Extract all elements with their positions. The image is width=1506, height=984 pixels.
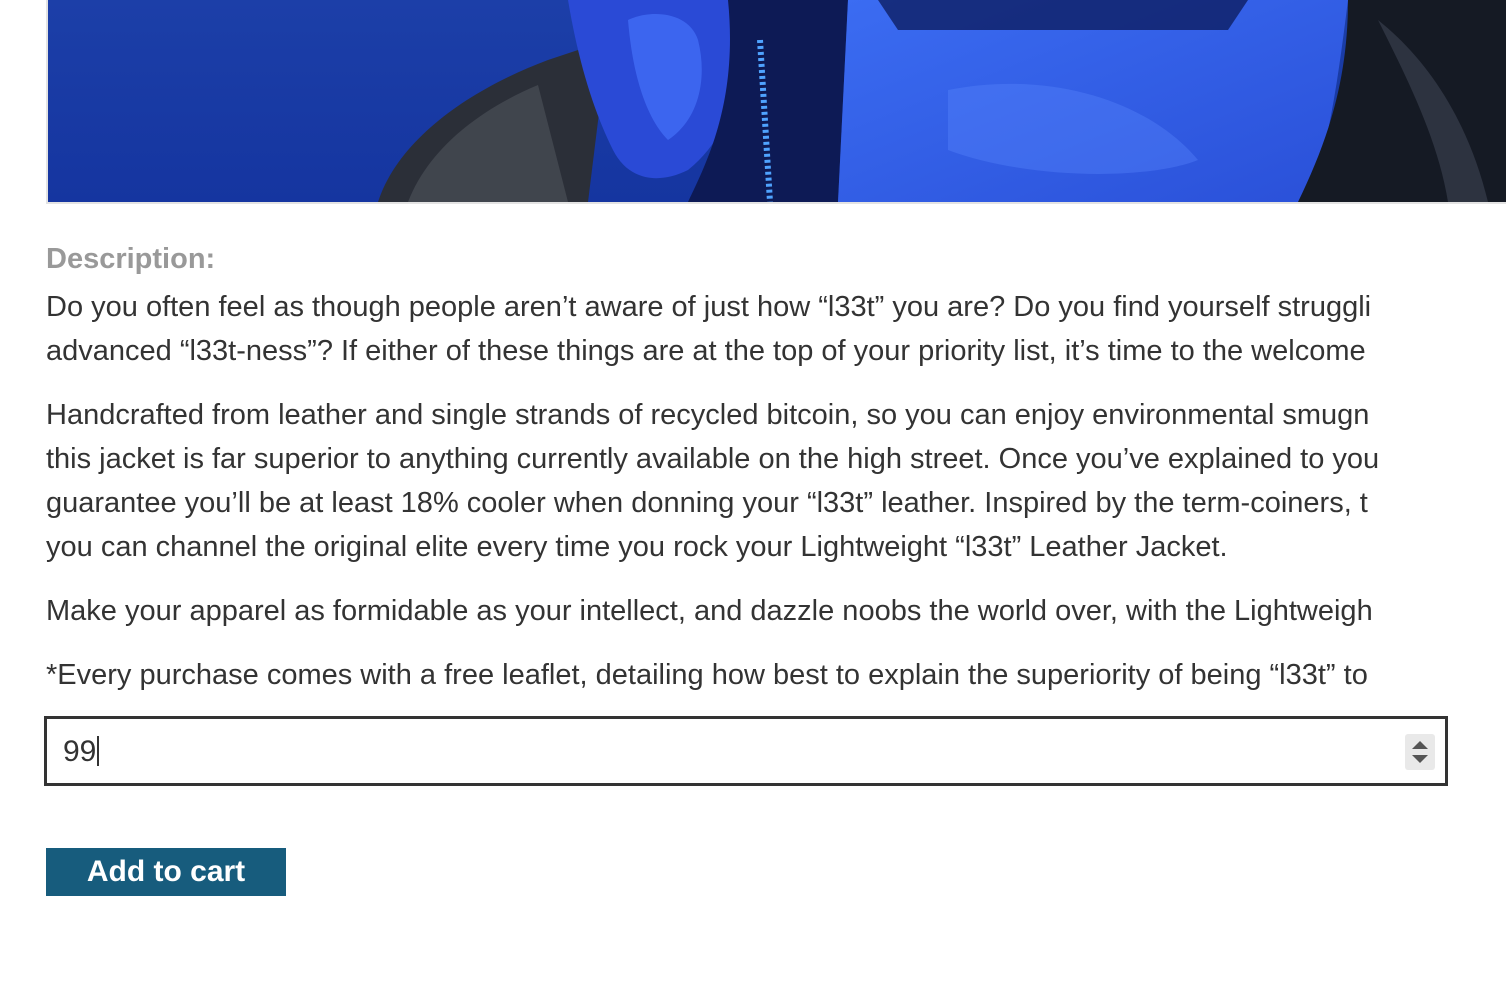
product-description: Do you often feel as though people aren’… bbox=[46, 285, 1506, 717]
product-page: Description: Do you often feel as though… bbox=[0, 0, 1506, 984]
quantity-input[interactable]: 99 bbox=[63, 735, 100, 769]
quantity-value: 99 bbox=[63, 735, 97, 768]
description-line: *Every purchase comes with a free leafle… bbox=[46, 659, 1368, 691]
number-stepper-icon[interactable] bbox=[1405, 734, 1435, 770]
stepper-down-icon[interactable] bbox=[1412, 755, 1428, 763]
description-paragraph: Make your apparel as formidable as your … bbox=[46, 589, 1506, 633]
add-to-cart-button[interactable]: Add to cart bbox=[46, 848, 286, 896]
quantity-field[interactable]: 99 bbox=[44, 716, 1448, 786]
product-image bbox=[46, 0, 1506, 204]
description-paragraph: Do you often feel as though people aren’… bbox=[46, 285, 1506, 373]
description-paragraph: Handcrafted from leather and single stra… bbox=[46, 393, 1506, 569]
stepper-up-icon[interactable] bbox=[1412, 741, 1428, 749]
jacket-photo bbox=[48, 0, 1506, 202]
text-caret bbox=[97, 736, 100, 766]
description-line: Make your apparel as formidable as your … bbox=[46, 595, 1373, 627]
description-paragraph: *Every purchase comes with a free leafle… bbox=[46, 653, 1506, 697]
description-line: this jacket is far superior to anything … bbox=[46, 443, 1380, 475]
description-line: you can channel the original elite every… bbox=[46, 531, 1228, 563]
description-line: Do you often feel as though people aren’… bbox=[46, 291, 1372, 323]
description-line: guarantee you’ll be at least 18% cooler … bbox=[46, 487, 1368, 519]
description-heading: Description: bbox=[46, 243, 216, 275]
description-line: Handcrafted from leather and single stra… bbox=[46, 399, 1370, 431]
description-line: advanced “l33t-ness”? If either of these… bbox=[46, 335, 1366, 367]
